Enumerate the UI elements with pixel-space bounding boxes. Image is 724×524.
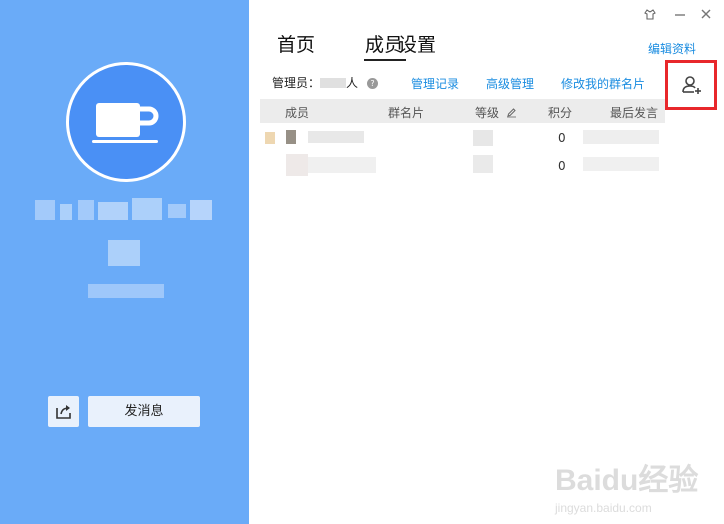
pencil-icon[interactable]	[506, 107, 517, 118]
member-level-redacted	[473, 130, 493, 146]
share-icon	[56, 405, 71, 419]
admin-count-redacted	[320, 78, 347, 88]
admin-suffix: 人	[346, 76, 359, 90]
table-row[interactable]: 0	[260, 124, 665, 152]
group-avatar[interactable]	[66, 62, 186, 182]
tab-home[interactable]: 首页	[277, 30, 315, 57]
member-points: 0	[558, 159, 566, 173]
tab-settings[interactable]: 设置	[398, 30, 436, 57]
coffee-cup-icon	[92, 103, 159, 143]
column-level[interactable]: 等级	[475, 104, 517, 121]
column-last-message[interactable]: 最后发言	[610, 104, 658, 121]
member-avatar	[286, 130, 296, 144]
shirt-icon	[644, 9, 656, 20]
group-detail-panel: 首页 成员 设置 编辑资料 管理员： 人? 管理记录 高级管理 修改我的群名片 成…	[249, 0, 724, 524]
minimize-button[interactable]	[672, 8, 688, 24]
column-points[interactable]: 积分	[548, 104, 572, 121]
active-tab-indicator	[364, 59, 406, 61]
help-icon[interactable]: ?	[367, 78, 379, 89]
edit-profile-link[interactable]: 编辑资料	[648, 40, 696, 57]
column-member[interactable]: 成员	[285, 104, 309, 121]
advanced-management-link[interactable]: 高级管理	[486, 75, 534, 92]
close-button[interactable]	[698, 8, 714, 24]
admin-count: 管理员： 人?	[272, 74, 379, 91]
management-log-link[interactable]: 管理记录	[411, 75, 459, 92]
member-avatar	[286, 154, 308, 176]
member-points: 0	[558, 131, 566, 145]
member-last-message-redacted	[583, 157, 659, 171]
add-member-icon	[682, 76, 701, 94]
skin-button[interactable]	[642, 8, 658, 24]
admin-label: 管理员：	[272, 76, 321, 90]
member-role-marker	[265, 132, 275, 144]
send-message-button[interactable]: 发消息	[88, 396, 200, 427]
minimize-icon	[675, 14, 685, 16]
edit-my-card-link[interactable]: 修改我的群名片	[561, 75, 645, 92]
member-last-message-redacted	[583, 130, 659, 144]
table-row[interactable]: 0	[260, 152, 665, 180]
member-name-redacted	[308, 131, 364, 143]
member-table-header: 成员 群名片 等级 积分 最后发言	[260, 99, 665, 123]
add-member-button[interactable]	[665, 60, 717, 110]
group-profile-panel: 发消息	[0, 0, 249, 524]
member-level-redacted	[473, 155, 493, 173]
column-group-card[interactable]: 群名片	[388, 104, 424, 121]
close-icon	[701, 9, 711, 19]
member-name-redacted	[308, 157, 376, 173]
share-button[interactable]	[48, 396, 79, 427]
